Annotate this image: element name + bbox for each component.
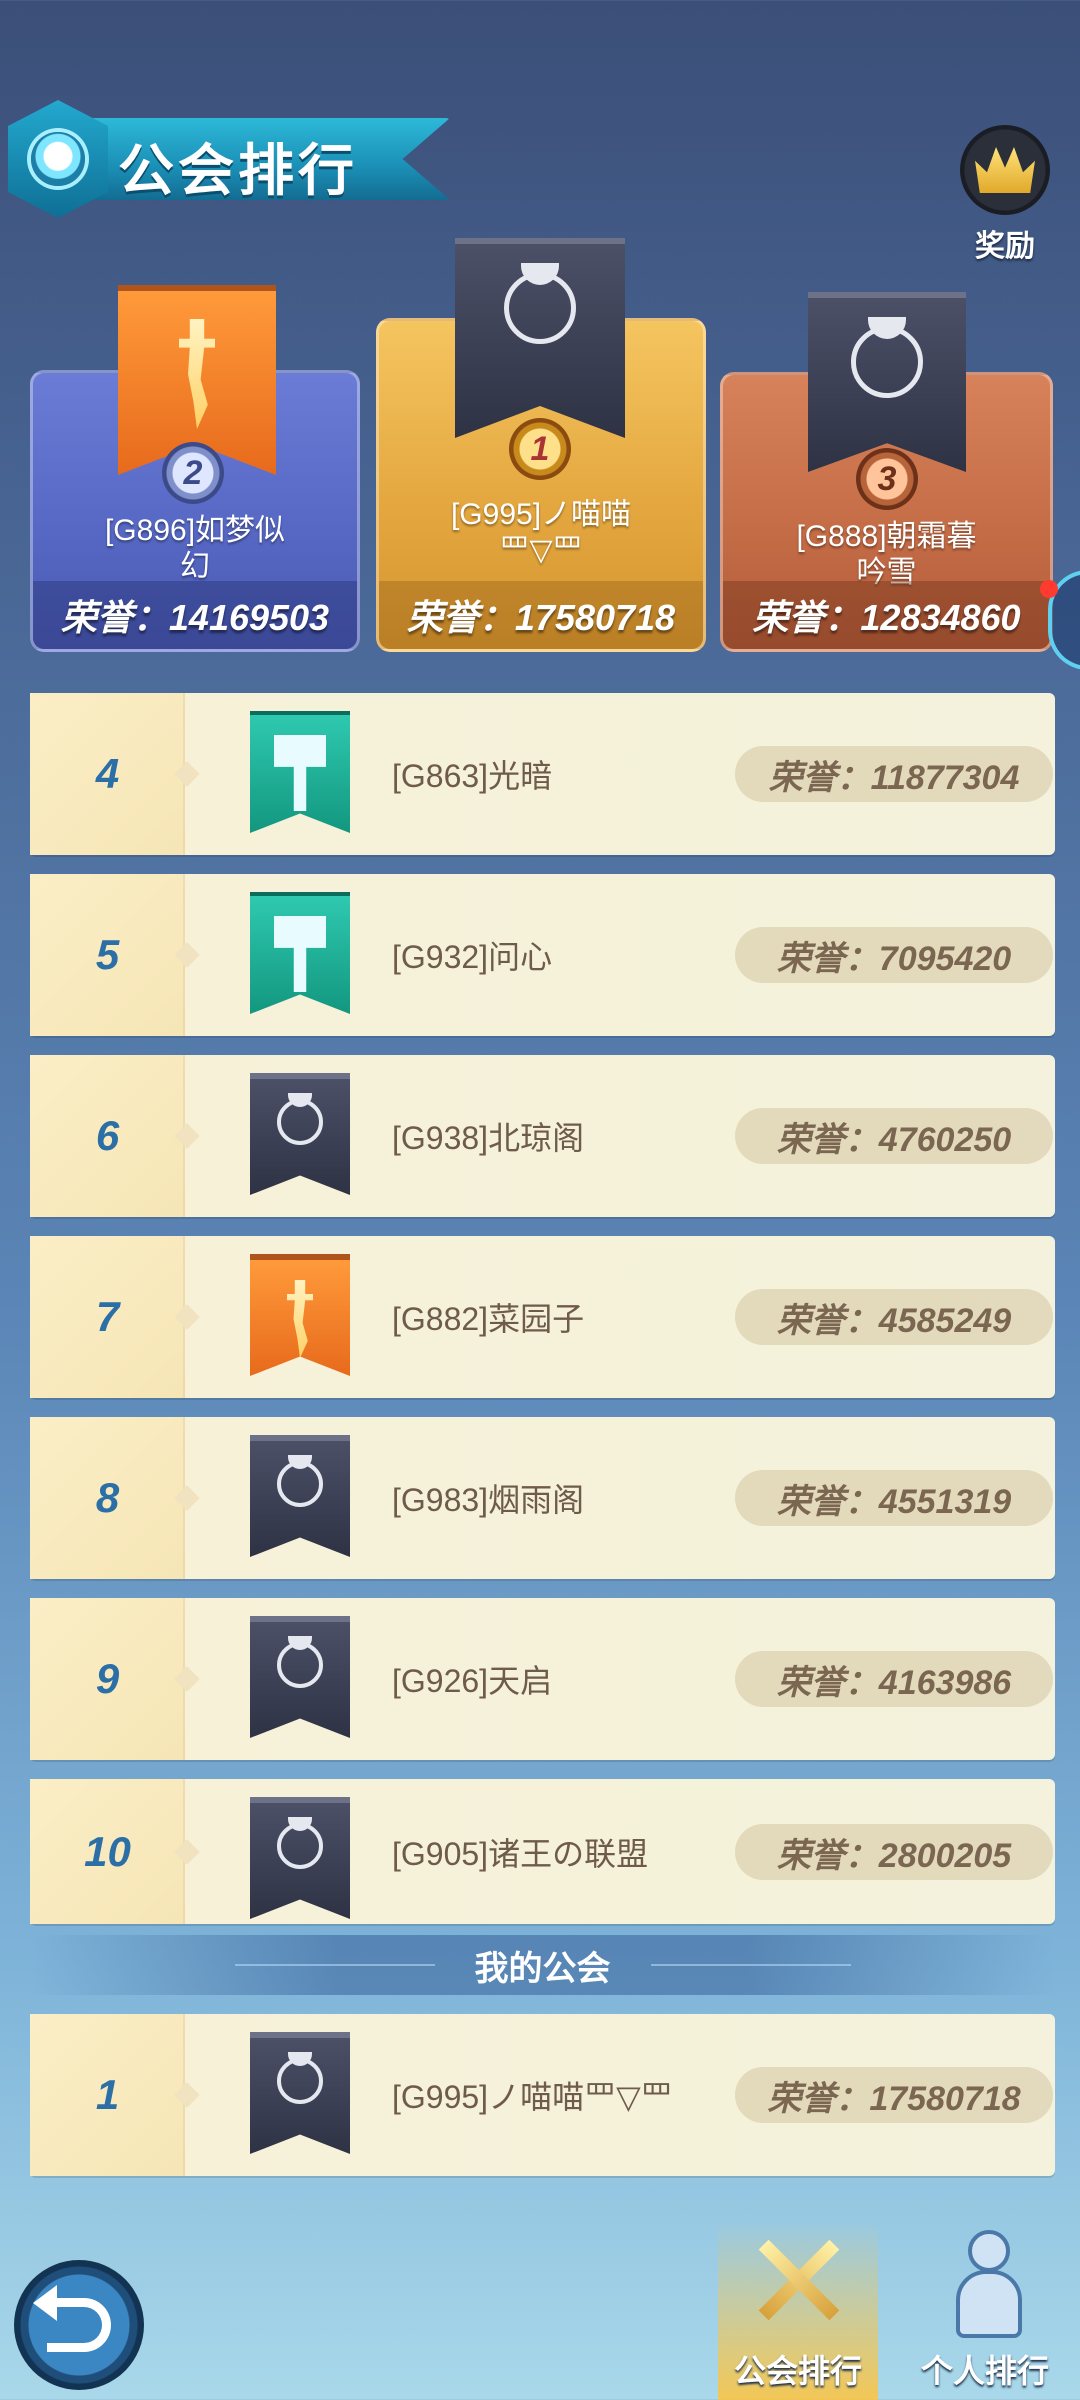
moon-emblem <box>277 1093 323 1145</box>
my-guild-title: 我的公会 <box>474 1949 611 1988</box>
crown-icon <box>960 125 1050 215</box>
guild-emblem-icon <box>8 100 108 218</box>
honor-score: 荣誉：2800205 <box>735 1824 1053 1880</box>
podium-first-name-line1: [G995]ノ喵喵 <box>450 498 632 531</box>
podium-first-score: 荣誉：17580718 <box>379 581 703 649</box>
rank-number: 8 <box>95 1474 120 1521</box>
podium-second-name-line1: [G896]如梦似 <box>104 514 286 547</box>
moon-emblem <box>277 2052 323 2104</box>
my-guild-header: 我的公会 <box>30 1935 1055 1995</box>
guild-name: [G995]ノ喵喵罒▽罒 <box>392 2079 673 2115</box>
notification-dot <box>1040 580 1058 598</box>
sword-icon <box>250 1254 350 1376</box>
honor-score: 荣誉：7095420 <box>735 927 1053 983</box>
rank-number: 4 <box>95 750 120 797</box>
my-guild-row[interactable]: 1 [G995]ノ喵喵罒▽罒 荣誉：17580718 <box>30 2014 1055 2176</box>
hammer-emblem <box>274 735 326 811</box>
page-title: 公会排行 <box>118 139 358 202</box>
reward-button[interactable]: 奖励 <box>960 125 1050 263</box>
ranking-row[interactable]: 6 [G938]北琼阁 荣誉：4760250 <box>30 1055 1055 1217</box>
person-icon <box>930 2220 1040 2340</box>
rank-number: 6 <box>95 1112 120 1159</box>
rank-number: 1 <box>95 2071 120 2118</box>
moon-icon <box>250 1073 350 1195</box>
moon-emblem <box>277 1817 323 1869</box>
ranking-row[interactable]: 7 [G882]菜园子 荣誉：4585249 <box>30 1236 1055 1398</box>
tab-guild-ranking-label: 公会排行 <box>733 2353 862 2389</box>
guild-name: [G905]诸王の联盟 <box>392 1835 649 1872</box>
hammer-icon <box>250 711 350 833</box>
rank-number: 10 <box>84 1827 131 1875</box>
moon-icon <box>250 1616 350 1738</box>
back-arrow-icon <box>33 2285 111 2352</box>
honor-score: 荣誉：4585249 <box>735 1289 1053 1345</box>
tab-personal-ranking-label: 个人排行 <box>920 2353 1049 2389</box>
podium-second-name-line2: 幻 <box>180 550 210 583</box>
rank-number: 9 <box>95 1655 120 1702</box>
podium-second-score: 荣誉：14169503 <box>33 581 357 649</box>
moon-emblem <box>277 1636 323 1688</box>
honor-score: 荣誉：17580718 <box>735 2067 1053 2123</box>
ranking-row[interactable]: 10 [G905]诸王の联盟 荣誉：2800205 <box>30 1779 1055 1924</box>
tab-guild-ranking[interactable]: 公会排行 <box>718 2220 878 2400</box>
ranking-row[interactable]: 5 [G932]问心 荣誉：7095420 <box>30 874 1055 1036</box>
moon-icon <box>250 1797 350 1919</box>
sword-emblem <box>179 319 215 429</box>
page-header: 公会排行 <box>0 100 460 220</box>
honor-score: 荣誉：4163986 <box>735 1651 1053 1707</box>
podium-first-name-line2: 罒▽罒 <box>499 534 583 567</box>
ranking-row[interactable]: 8 [G983]烟雨阁 荣誉：4551319 <box>30 1417 1055 1579</box>
moon-emblem <box>277 1455 323 1507</box>
guild-name: [G926]天启 <box>392 1663 553 1699</box>
hammer-icon <box>250 892 350 1014</box>
honor-score: 荣誉：11877304 <box>735 746 1053 802</box>
back-button[interactable] <box>14 2260 144 2390</box>
moon-emblem <box>851 317 923 398</box>
moon-emblem <box>504 263 576 344</box>
hammer-emblem <box>274 916 326 992</box>
medal-third-icon: 3 <box>856 448 918 510</box>
guild-name: [G863]光暗 <box>392 758 553 794</box>
rank-number: 7 <box>95 1293 120 1340</box>
divider-line <box>234 1964 435 1966</box>
crossed-swords-icon <box>743 2220 853 2340</box>
tab-personal-ranking[interactable]: 个人排行 <box>905 2220 1065 2400</box>
honor-score: 荣誉：4760250 <box>735 1108 1053 1164</box>
reward-label: 奖励 <box>975 230 1035 263</box>
podium-third-name-line1: [G888]朝霜暮 <box>796 520 977 553</box>
ranking-row[interactable]: 9 [G926]天启 荣誉：4163986 <box>30 1598 1055 1760</box>
honor-score: 荣誉：4551319 <box>735 1470 1053 1526</box>
divider-line <box>650 1964 851 1966</box>
guild-name: [G938]北琼阁 <box>392 1120 585 1156</box>
guild-name: [G983]烟雨阁 <box>392 1482 585 1518</box>
moon-icon <box>250 1435 350 1557</box>
guild-name: [G932]问心 <box>392 939 553 975</box>
ranking-row[interactable]: 4 [G863]光暗 荣誉：11877304 <box>30 693 1055 855</box>
medal-second-icon: 2 <box>162 442 224 504</box>
sword-emblem <box>287 1280 313 1358</box>
podium-third-score: 荣誉：12834860 <box>723 581 1050 649</box>
rank-number: 5 <box>95 931 120 978</box>
moon-icon <box>250 2032 350 2154</box>
guild-name: [G882]菜园子 <box>392 1301 585 1337</box>
medal-first-icon: 1 <box>509 418 571 480</box>
